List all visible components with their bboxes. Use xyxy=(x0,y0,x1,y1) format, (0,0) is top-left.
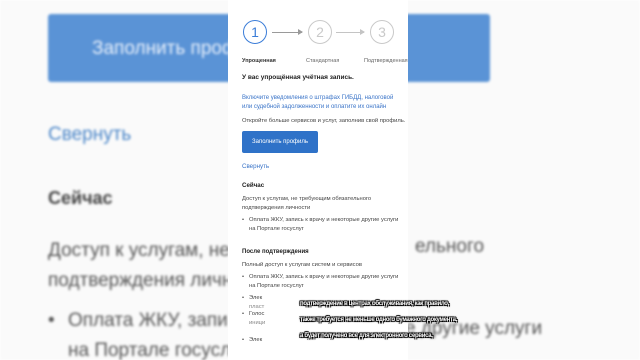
step-3-circle: 3 xyxy=(370,20,394,44)
now-text: Доступ к услугам, не требующим обязатель… xyxy=(242,196,372,211)
bg-now-text-line2: подтверждения личн xyxy=(48,270,233,291)
step-2-circle: 2 xyxy=(308,20,332,44)
list-item-text: Оплата ЖКУ, запись к врачу и некоторые д… xyxy=(249,274,399,289)
list-item: Оплата ЖКУ, запись к врачу и некоторые д… xyxy=(242,273,402,290)
subtitle-line: также требуется не меньше одного бумажно… xyxy=(300,317,458,323)
step-3-label: Подтвержденная xyxy=(364,58,408,64)
fill-profile-button[interactable]: Заполнить профиль xyxy=(242,131,318,153)
notifications-link[interactable]: Включите уведомления о штрафах ГИБДД, на… xyxy=(242,94,402,111)
after-text: Полный доступ к услугам систем и сервисо… xyxy=(242,262,362,268)
step-1-circle: 1 xyxy=(243,20,267,44)
bg-button-edge xyxy=(395,14,490,82)
list-item: Оплата ЖКУ, запись к врачу и некоторые д… xyxy=(242,216,402,233)
bg-bullet-line1: Оплата ЖКУ, запи xyxy=(68,310,228,331)
bg-now-text: Доступ к услугам, не подтверждения личн xyxy=(48,236,232,296)
now-heading: Сейчас xyxy=(242,182,265,189)
open-more-text: Откройте больше сервисов и услуг, заполн… xyxy=(242,118,406,124)
bg-now-text-line1: Доступ к услугам, не xyxy=(48,240,230,261)
collapse-link[interactable]: Свернуть xyxy=(242,163,269,170)
subtitle-line: а будет получено все для электронного се… xyxy=(300,333,433,339)
bg-fill-profile-label: Заполнить профи xyxy=(92,38,249,59)
bg-right-text-1: ельного xyxy=(415,236,485,257)
video-subtitle: подтверждение в центрах обслуживания, ка… xyxy=(300,296,458,344)
arrow-right-icon xyxy=(272,29,303,35)
bg-now-heading: Сейчас xyxy=(48,188,113,208)
bg-bullet: Оплата ЖКУ, запи на Портале госусл xyxy=(48,306,231,360)
step-1-label: Упрощенная xyxy=(242,58,276,64)
bg-collapse-link: Свернуть xyxy=(48,124,132,145)
account-heading: У вас упрощённая учётная запись. xyxy=(242,74,354,81)
bg-fill-profile-button: Заполнить профи xyxy=(48,14,248,82)
account-level-stepper: 1 2 3 Упрощенная Стандартная Подтвержден… xyxy=(228,0,408,70)
subtitle-line: подтверждение в центрах обслуживания, ка… xyxy=(300,301,450,307)
arrow-right-icon xyxy=(336,29,365,35)
list-item-text: Оплата ЖКУ, запись к врачу и некоторые д… xyxy=(249,217,399,232)
step-2-label: Стандартная xyxy=(306,58,340,64)
after-heading: После подтверждения xyxy=(242,249,309,255)
bg-bullet-line2: на Портале госусл xyxy=(68,340,232,360)
